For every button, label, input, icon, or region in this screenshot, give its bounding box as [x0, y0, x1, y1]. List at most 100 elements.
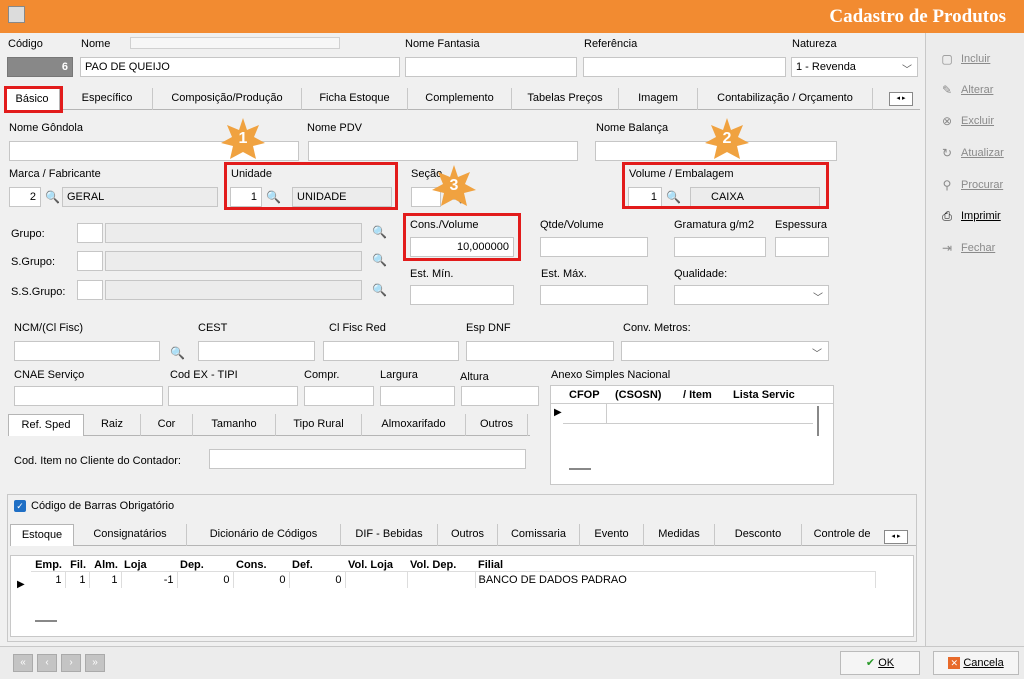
ok-button[interactable]: ✔ OK — [840, 651, 920, 675]
qualidade-select[interactable] — [674, 285, 829, 305]
app-icon — [8, 6, 25, 23]
col-fil: Fil. — [70, 559, 86, 571]
excluir-button[interactable]: ⊗ Excluir — [931, 110, 1019, 132]
col-def: Def. — [292, 559, 313, 571]
ssgrupo-code-field[interactable] — [77, 280, 103, 300]
compr-field[interactable] — [304, 386, 374, 406]
tab-almoxarifado[interactable]: Almoxarifado — [362, 414, 466, 436]
alterar-button[interactable]: ✎ Alterar — [931, 79, 1019, 101]
ncm-field[interactable] — [14, 341, 160, 361]
next-record-icon[interactable]: › — [61, 654, 81, 672]
anexo-scrollbar[interactable] — [817, 406, 819, 436]
sgrupo-label: S.Grupo: — [11, 256, 56, 268]
espessura-field[interactable] — [775, 237, 829, 257]
atualizar-button[interactable]: ↻ Atualizar — [931, 142, 1019, 164]
stock-table[interactable]: Emp. Fil. Alm. Loja Dep. Cons. Def. Vol.… — [10, 555, 914, 637]
cod-item-cliente-field[interactable] — [209, 449, 526, 469]
cest-label: CEST — [198, 322, 228, 334]
tab-consignatarios[interactable]: Consignatários — [74, 524, 187, 546]
tab-tamanho[interactable]: Tamanho — [193, 414, 276, 436]
lower-tab-scroll-arrows[interactable]: ◂ ▸ — [884, 530, 908, 544]
main-tab-bar: Básico Específico Composição/Produção Fi… — [4, 88, 920, 110]
checkbox-checked-icon[interactable]: ✓ — [14, 500, 26, 512]
tab-ref-sped[interactable]: Ref. Sped — [8, 414, 84, 436]
nome-fantasia-field[interactable] — [405, 57, 577, 77]
cell-dep: 0 — [177, 571, 234, 588]
binoculars-icon[interactable]: 🔍 — [372, 225, 387, 239]
tab-raiz[interactable]: Raiz — [84, 414, 141, 436]
conv-metros-select[interactable] — [621, 341, 829, 361]
tab-cor[interactable]: Cor — [141, 414, 193, 436]
cest-field[interactable] — [198, 341, 315, 361]
anexo-col-csosn: (CSOSN) — [615, 389, 662, 401]
marca-label: Marca / Fabricante — [9, 168, 101, 180]
binoculars-icon[interactable]: 🔍 — [45, 190, 60, 204]
first-record-icon[interactable]: « — [13, 654, 33, 672]
fechar-button[interactable]: ⇥ Fechar — [931, 237, 1019, 259]
tab-ficha-estoque[interactable]: Ficha Estoque — [302, 88, 408, 110]
tab-contabilizacao[interactable]: Contabilização / Orçamento — [698, 88, 873, 110]
anexo-hscroll[interactable] — [569, 468, 591, 470]
imprimir-button[interactable]: ⎙ Imprimir — [931, 205, 1019, 227]
est-max-field[interactable] — [540, 285, 648, 305]
tab-complemento[interactable]: Complemento — [408, 88, 512, 110]
referencia-field[interactable] — [583, 57, 786, 77]
ssgrupo-name-field — [105, 280, 362, 300]
tab-tipo-rural[interactable]: Tipo Rural — [276, 414, 362, 436]
largura-field[interactable] — [380, 386, 455, 406]
table-row[interactable]: 1 1 1 -1 0 0 0 BANCO DE DADOS PADRAO — [31, 571, 876, 588]
tab-scroll-arrows[interactable]: ◂ ▸ — [889, 92, 913, 106]
tab-comissaria[interactable]: Comissaria — [498, 524, 580, 546]
tab-estoque[interactable]: Estoque — [10, 524, 74, 546]
tab-tabelas-precos[interactable]: Tabelas Preços — [512, 88, 619, 110]
binoculars-icon[interactable]: 🔍 — [170, 346, 185, 360]
natureza-select[interactable]: 1 - Revenda — [791, 57, 918, 77]
last-record-icon[interactable]: » — [85, 654, 105, 672]
cnae-field[interactable] — [14, 386, 163, 406]
cod-ex-field[interactable] — [168, 386, 298, 406]
binoculars-icon: ⚲ — [942, 178, 952, 192]
qtde-volume-field[interactable] — [540, 237, 648, 257]
grupo-code-field[interactable] — [77, 223, 103, 243]
chevron-down-icon[interactable]: ﹀ — [812, 345, 822, 360]
gramatura-field[interactable] — [674, 237, 766, 257]
cancela-button[interactable]: ✕ Cancela — [933, 651, 1019, 675]
anexo-col-item: / Item — [683, 389, 712, 401]
tab-outros[interactable]: Outros — [466, 414, 528, 436]
prev-record-icon[interactable]: ‹ — [37, 654, 57, 672]
tab-imagem[interactable]: Imagem — [619, 88, 698, 110]
altura-field[interactable] — [461, 386, 539, 406]
binoculars-icon[interactable]: 🔍 — [372, 253, 387, 267]
nome-fantasia-label: Nome Fantasia — [405, 38, 480, 50]
highlight-volume — [622, 162, 829, 209]
binoculars-icon[interactable]: 🔍 — [372, 283, 387, 297]
tab-desconto[interactable]: Desconto — [715, 524, 802, 546]
est-min-field[interactable] — [410, 285, 514, 305]
incluir-button[interactable]: ▢ Incluir — [931, 48, 1019, 70]
ssgrupo-label: S.S.Grupo: — [11, 286, 66, 298]
tab-dicionario[interactable]: Dicionário de Códigos — [187, 524, 341, 546]
esp-dnf-field[interactable] — [466, 341, 614, 361]
cl-fisc-red-field[interactable] — [323, 341, 459, 361]
anexo-grid[interactable]: CFOP (CSOSN) / Item Lista Servic ▶ — [550, 385, 834, 485]
col-alm: Alm. — [94, 559, 118, 571]
nome-field[interactable]: PAO DE QUEIJO — [80, 57, 400, 77]
anexo-cell — [607, 404, 813, 424]
tab-medidas[interactable]: Medidas — [644, 524, 715, 546]
nome-pdv-field[interactable] — [308, 141, 578, 161]
tab-evento[interactable]: Evento — [580, 524, 644, 546]
chevron-down-icon[interactable]: ﹀ — [813, 289, 823, 304]
tab-especifico[interactable]: Específico — [62, 88, 153, 110]
stock-hscroll[interactable] — [35, 620, 57, 622]
tab-controle[interactable]: Controle de — [802, 524, 882, 546]
marca-code-field[interactable]: 2 — [9, 187, 41, 207]
codigo-field[interactable]: 6 — [7, 57, 73, 77]
procurar-button[interactable]: ⚲ Procurar — [931, 174, 1019, 196]
tab-outros-lower[interactable]: Outros — [438, 524, 498, 546]
anexo-col-lista: Lista Servic — [733, 389, 795, 401]
tab-dif-bebidas[interactable]: DIF - Bebidas — [341, 524, 438, 546]
tab-composicao[interactable]: Composição/Produção — [153, 88, 302, 110]
highlight-unidade — [224, 162, 398, 210]
sgrupo-code-field[interactable] — [77, 251, 103, 271]
chevron-down-icon[interactable]: ﹀ — [902, 61, 912, 76]
